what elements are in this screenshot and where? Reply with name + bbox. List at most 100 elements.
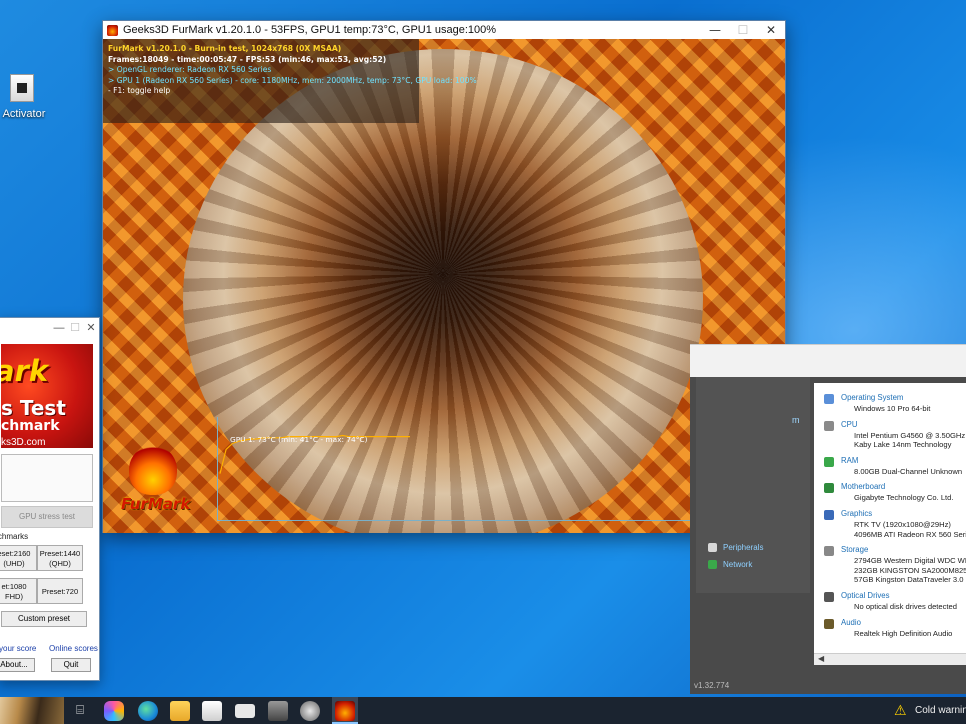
scroll-left-arrow-icon[interactable]: ◀ (818, 654, 824, 663)
edge-browser-icon[interactable] (138, 701, 158, 721)
desktop-icon-activator[interactable]: Activator (0, 74, 46, 120)
quit-button[interactable]: Quit (51, 658, 91, 672)
furmark-launcher-window[interactable]: — ☐ ✕ ark s Test chmark ks3D.com GPU str… (0, 317, 100, 681)
sidebar-partial-text: m (792, 415, 800, 425)
horizontal-scrollbar[interactable]: ◀ (814, 653, 966, 665)
system-summary-panel: Operating System Windows 10 Pro 64-bit CPU… (814, 383, 966, 655)
banner-title: ark (1, 354, 49, 388)
summary-value: RTK TV (1920x1080@29Hz) (854, 520, 951, 529)
launcher-minimize-button[interactable]: — (51, 322, 67, 334)
sidebar-item-network[interactable]: Network (708, 560, 752, 569)
summary-category-icon (824, 618, 834, 629)
summary-category-title[interactable]: Graphics (841, 509, 872, 518)
summary-category-icon (824, 592, 834, 602)
gpu-stress-test-button[interactable]: GPU stress test (1, 506, 93, 528)
search-highlight-image[interactable] (0, 697, 64, 724)
furmark-app-icon (107, 24, 118, 36)
preset-1440-button[interactable]: Preset:1440 (QHD) (37, 545, 83, 571)
overlay-line-renderer: > OpenGL renderer: Radeon RX 560 Series (108, 65, 272, 75)
warning-icon[interactable]: ⚠ (894, 703, 907, 719)
task-view-icon[interactable]: ⌸ (70, 702, 90, 720)
summary-category-icon (824, 456, 834, 467)
launcher-settings-panel (1, 454, 93, 502)
banner-tagline: chmark (1, 418, 60, 434)
furmark-window-title: Geeks3D FurMark v1.20.1.0 - 53FPS, GPU1 … (123, 24, 497, 36)
preset-sublabel: FHD) (5, 592, 23, 601)
summary-category-icon (824, 420, 834, 431)
overlay-line-gpu: > GPU 1 (Radeon RX 560 Series) - core: 1… (108, 75, 477, 85)
preset-label: et:1080 (1, 582, 27, 591)
summary-value: 2794GB Western Digital WDC WD30 (854, 556, 966, 566)
summary-value: 4096MB ATI Radeon RX 560 Series (854, 529, 966, 539)
summary-category-title[interactable]: RAM (841, 456, 858, 465)
preset-2160-button[interactable]: eset:2160 (UHD) (0, 545, 37, 571)
overlay-line-title: FurMark v1.20.1.0 - Burn-in test, 1024x7… (108, 44, 342, 53)
sidebar-item-label: Network (723, 560, 753, 569)
copilot-icon[interactable] (104, 701, 124, 721)
launcher-close-button[interactable]: ✕ (83, 321, 99, 334)
furmark-titlebar[interactable]: Geeks3D FurMark v1.20.1.0 - 53FPS, GPU1 … (103, 21, 785, 39)
furmark-render-viewport[interactable]: FurMark v1.20.1.0 - Burn-in test, 1024x7… (103, 39, 785, 533)
version-label: v1.32.774 (694, 681, 730, 690)
launcher-banner: ark s Test chmark ks3D.com (1, 344, 93, 448)
summary-category-icon (824, 483, 834, 494)
launcher-maximize-button[interactable]: ☐ (67, 321, 83, 334)
summary-value: Intel Pentium G4560 @ 3.50GHz (854, 430, 966, 440)
furmark-window[interactable]: Geeks3D FurMark v1.20.1.0 - 53FPS, GPU1 … (102, 20, 786, 533)
summary-category-title[interactable]: Operating System (841, 393, 903, 402)
preset-1080-button[interactable]: et:1080 FHD) (0, 578, 37, 604)
summary-category-icon (824, 394, 834, 404)
activator-icon (10, 74, 34, 102)
microsoft-store-icon[interactable] (202, 701, 222, 721)
summary-category-title[interactable]: Motherboard (841, 482, 885, 491)
summary-value: No optical disk drives detected (854, 602, 957, 611)
furmark-logo-text: FurMark (121, 495, 191, 513)
overlay-line-frames: Frames:18049 - time:00:05:47 - FPS:53 (m… (108, 54, 387, 64)
sidebar-item-label: Peripherals (723, 543, 764, 552)
preset-sublabel: (UHD) (3, 559, 25, 568)
summary-category-title[interactable]: CPU (841, 420, 857, 429)
close-button[interactable]: ✕ (757, 23, 785, 37)
summary-value: 232GB KINGSTON SA2000M8250G (854, 565, 966, 575)
maximize-button[interactable]: ☐ (729, 23, 757, 37)
summary-category-title[interactable]: Optical Drives (841, 591, 890, 600)
summary-category-icon (824, 510, 834, 520)
your-score-link[interactable]: your score (0, 644, 36, 653)
gpu-tool-icon[interactable] (268, 701, 288, 721)
summary-value: Kaby Lake 14nm Technology (854, 440, 952, 450)
system-info-window[interactable]: m Peripherals Network Operating System Wi… (690, 344, 966, 694)
network-icon (708, 560, 717, 569)
peripherals-icon (708, 543, 717, 552)
preset-label: Preset:720 (41, 587, 79, 596)
weather-warning-text[interactable]: Cold warning (915, 705, 966, 716)
system-info-toolbar (690, 345, 966, 377)
system-info-sidebar: m Peripherals Network (696, 377, 810, 593)
summary-value: Gigabyte Technology Co. Ltd. (854, 493, 954, 503)
minimize-button[interactable]: — (701, 23, 729, 37)
banner-subtitle: s Test (1, 396, 66, 420)
summary-value: 57GB Kingston DataTraveler 3.0 (854, 575, 964, 585)
furmark-taskbar-icon (335, 701, 355, 721)
graph-label: GPU 1: 73°C (min: 41°C - max: 74°C) (230, 435, 368, 444)
summary-value: 8.00GB Dual-Channel Unknown (854, 466, 963, 476)
online-scores-link[interactable]: Online scores (49, 644, 98, 653)
summary-value: Windows 10 Pro 64-bit (854, 404, 931, 413)
furmark-info-overlay: FurMark v1.20.1.0 - Burn-in test, 1024x7… (103, 39, 477, 123)
summary-category-title[interactable]: Storage (841, 545, 868, 554)
summary-category-icon (824, 546, 834, 557)
about-button[interactable]: About... (0, 658, 35, 672)
summary-category-title[interactable]: Audio (841, 618, 861, 627)
mail-icon[interactable] (235, 704, 255, 718)
custom-preset-button[interactable]: Custom preset (1, 611, 87, 627)
sidebar-item-peripherals[interactable]: Peripherals (708, 543, 763, 552)
preset-720-button[interactable]: Preset:720 (37, 578, 83, 604)
file-explorer-icon[interactable] (170, 701, 190, 721)
system-info-app-icon[interactable] (300, 701, 320, 721)
flame-icon (129, 445, 177, 495)
furmark-logo: FurMark (121, 445, 191, 515)
furmark-taskbar-button[interactable] (332, 697, 358, 724)
launcher-titlebar[interactable]: — ☐ ✕ (0, 318, 99, 337)
desktop-icon-label: Activator (2, 108, 46, 120)
taskbar: ⌸ ⚠ Cold warning (0, 697, 966, 724)
preset-label: eset:2160 (0, 549, 31, 558)
